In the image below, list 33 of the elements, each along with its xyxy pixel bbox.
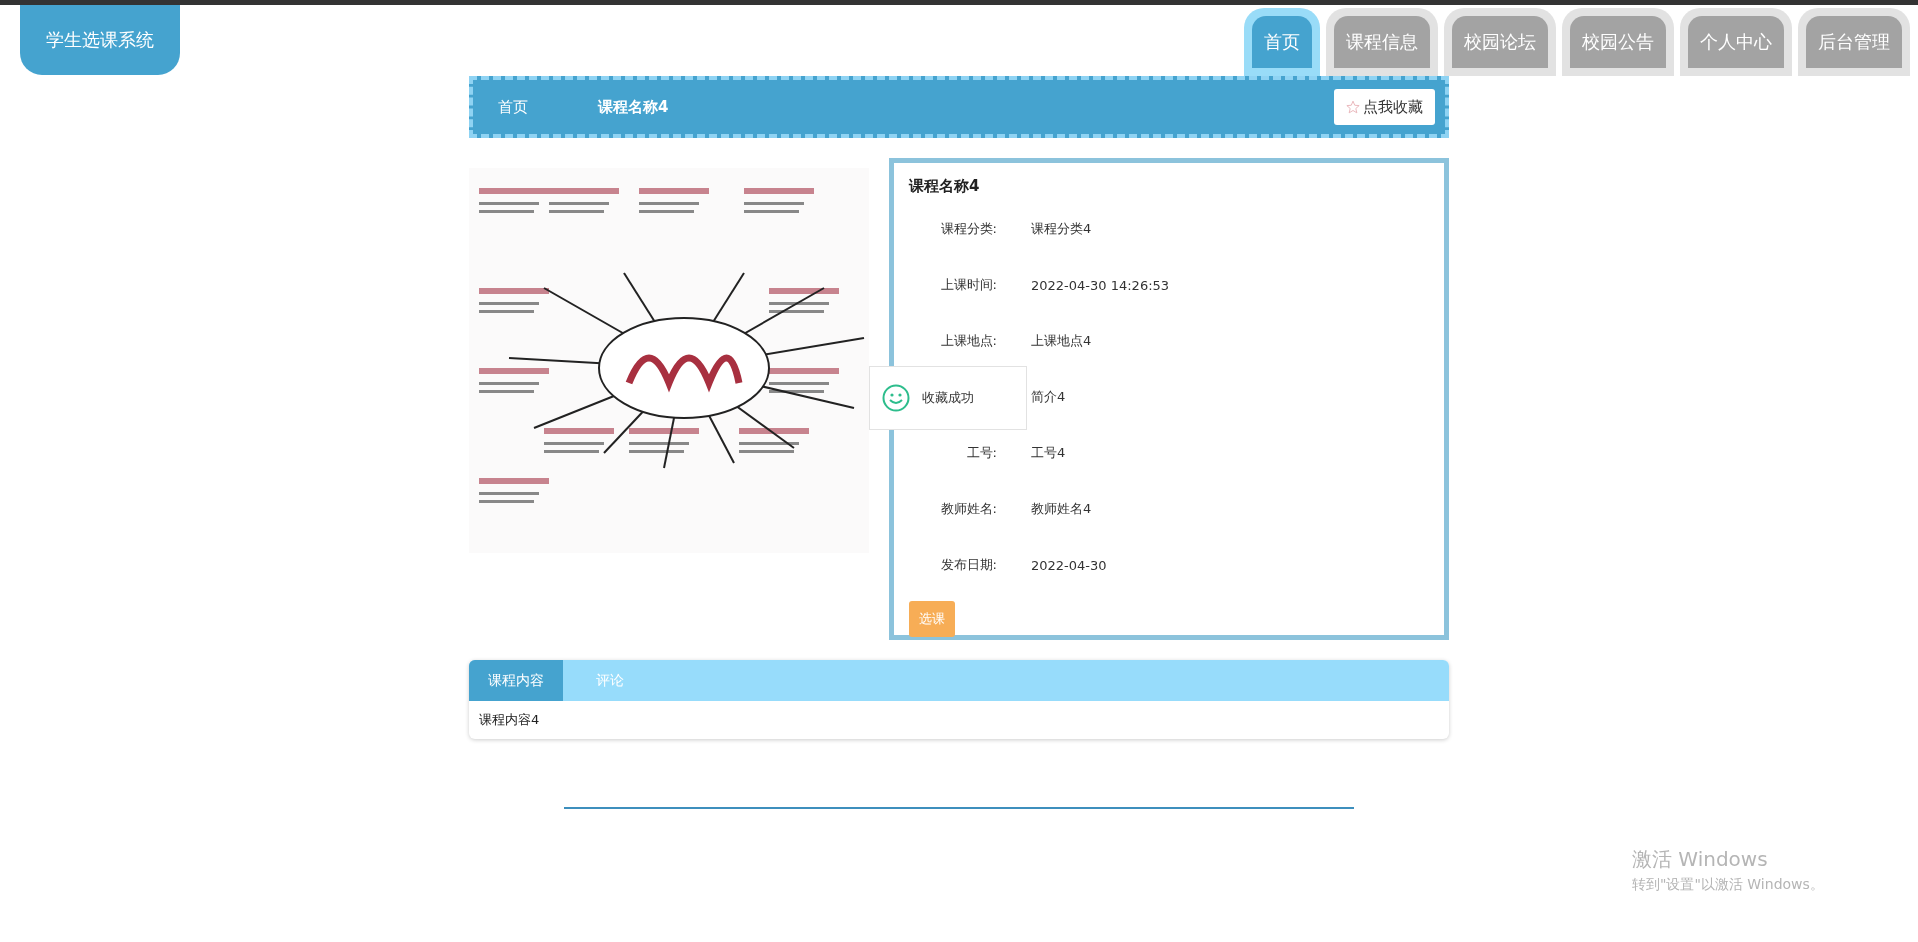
field-label: 工号:: [966, 445, 997, 460]
field-value: 简介4: [1031, 388, 1066, 406]
breadcrumb-link[interactable]: 课程名称4: [598, 97, 698, 117]
star-icon: [1346, 100, 1360, 114]
activation-notice-text: 转到"设置"以激活 Windows。: [1632, 876, 1824, 894]
field-value: 工号4: [1031, 444, 1066, 462]
activation-notice-title: 激活 Windows: [1632, 846, 1769, 873]
nav-tab[interactable]: 校园论坛: [1444, 8, 1556, 76]
field-label: 教师姓名:: [940, 501, 997, 516]
favorite-button[interactable]: 点我收藏: [1334, 89, 1435, 125]
field-label: 上课地点:: [940, 333, 997, 348]
field-label: 发布日期:: [940, 557, 997, 572]
field-value: 上课地点4: [1031, 332, 1092, 350]
tab-content-text: 课程内容4: [479, 712, 540, 727]
nav-tab[interactable]: 个人中心: [1680, 8, 1792, 76]
field-value: 2022-04-30 14:26:53: [1031, 277, 1170, 293]
toast-message: 收藏成功: [922, 389, 974, 407]
enroll-button[interactable]: 选课: [909, 601, 955, 637]
nav-tab[interactable]: 首页: [1244, 8, 1320, 76]
field-label: 上课时间:: [940, 277, 997, 292]
nav-tab[interactable]: 课程信息: [1326, 8, 1438, 76]
content-tab[interactable]: 课程内容: [469, 660, 563, 701]
field-value: 教师姓名4: [1031, 500, 1092, 518]
nav-tab[interactable]: 后台管理: [1798, 8, 1910, 76]
nav-tab[interactable]: 校园公告: [1562, 8, 1674, 76]
site-logo[interactable]: 学生选课系统: [20, 5, 180, 75]
content-tab[interactable]: 评论: [563, 660, 657, 701]
smiley-icon: [882, 384, 910, 412]
field-value: 2022-04-30: [1031, 557, 1107, 573]
course-title: 课程名称4: [909, 177, 981, 197]
field-value: 课程分类4: [1031, 220, 1092, 238]
breadcrumb-link[interactable]: 首页: [498, 97, 598, 117]
field-label: 课程分类:: [940, 221, 997, 236]
